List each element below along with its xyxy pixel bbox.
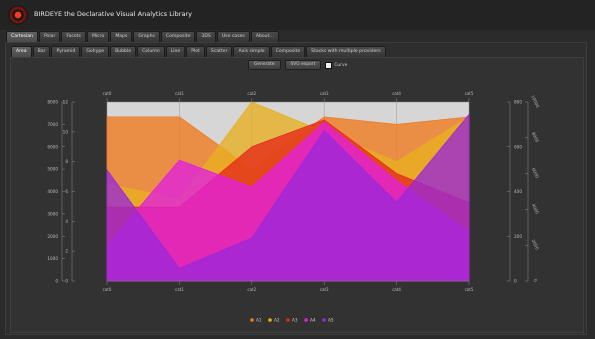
legend-label-a4: A4 [310,318,316,323]
legend-swatch-a2 [268,318,272,322]
right-outer-tick-label: 10000 [530,94,540,108]
right-inner-tick-label: 400 [514,189,522,194]
top-category-label: cat0 [103,91,112,96]
left-outer-tick-label: 8000 [47,100,58,105]
top-category-label: cat3 [320,91,329,96]
right-inner-tick-label: 0 [514,279,517,284]
left-outer-tick-label: 5000 [47,167,58,172]
legend-label-a3: A3 [292,318,298,323]
legend-swatch-a4 [304,318,308,322]
left-outer-tick-label: 4000 [47,189,58,194]
area-chart: cat0 cat0 cat1 cat1 cat2 cat2 cat3 cat3 cat4 cat4… [47,91,540,323]
bottom-category-label: cat4 [392,287,401,292]
left-inner-tick-label: 0 [65,279,68,284]
title-bar: BIRDEYE the Declarative Visual Analytics… [0,0,595,30]
top-category-label: cat4 [392,91,401,96]
legend-label-a5: A5 [328,318,334,323]
right-outer-tick-label: 2000 [531,239,540,251]
svg-export-button[interactable]: SVG export [284,60,322,70]
birdeye-logo-icon [8,5,28,25]
legend-swatch-a1 [250,318,254,322]
left-inner-tick-label: 10 [63,129,69,134]
app-title: BIRDEYE the Declarative Visual Analytics… [34,10,192,18]
left-outer-tick-label: 6000 [47,144,58,149]
bottom-category-label: cat0 [103,287,112,292]
top-category-label: cat2 [247,91,256,96]
right-outer-tick-label: 4000 [531,203,540,215]
left-outer-tick-label: 2000 [47,234,58,239]
right-inner-tick-label: 200 [514,234,522,239]
bottom-category-label: cat3 [320,287,329,292]
left-inner-tick-label: 4 [65,219,68,224]
chart-toolbar: Generate SVG export Curve [248,60,347,70]
right-outer-tick-label: 6000 [531,167,540,179]
right-outer-tick-label: 8000 [531,131,540,143]
left-inner-tick-label: 8 [65,159,68,164]
legend-label-a2: A2 [274,318,280,323]
legend-label-a1: A1 [256,318,262,323]
legend-swatch-a3 [286,318,290,322]
curve-checkbox[interactable]: Curve [325,61,348,69]
bottom-category-label: cat1 [175,287,184,292]
left-outer-tick-label: 1000 [47,256,58,261]
left-inner-tick-label: 2 [65,249,68,254]
left-inner-tick-label: 12 [63,100,69,105]
checkbox-box[interactable] [325,61,333,69]
curve-label: Curve [334,62,348,68]
right-outer-tick-label: 0 [533,278,539,283]
left-outer-tick-label: 3000 [47,211,58,216]
top-category-label: cat5 [465,91,474,96]
bottom-category-label: cat2 [247,287,256,292]
right-inner-tick-label: 800 [514,100,522,105]
left-outer-tick-label: 7000 [47,122,58,127]
generate-button[interactable]: Generate [248,60,281,70]
right-inner-tick-label: 600 [514,144,522,149]
bottom-category-label: cat5 [465,287,474,292]
left-inner-tick-label: 6 [65,189,68,194]
left-outer-tick-label: 0 [55,279,58,284]
legend-swatch-a5 [322,318,326,322]
top-category-label: cat1 [175,91,184,96]
